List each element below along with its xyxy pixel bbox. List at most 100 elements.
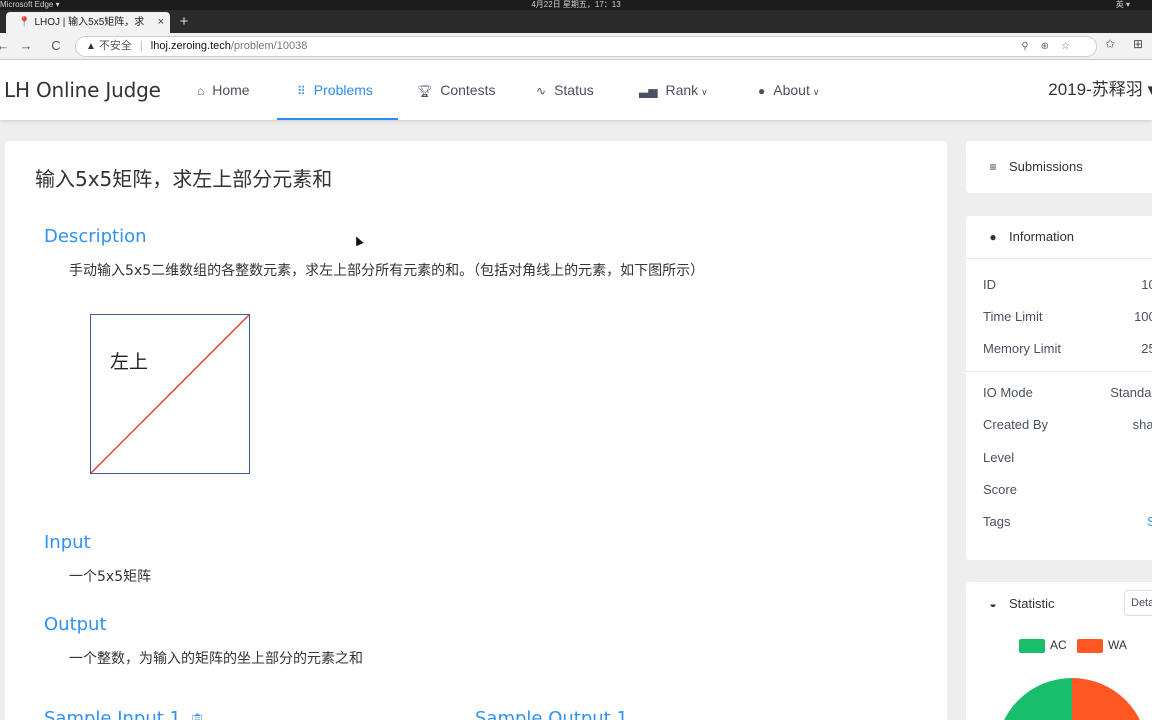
warning-icon: ▲ [86,41,96,52]
favorite-icon[interactable]: ☆ [1061,41,1082,52]
key-icon[interactable]: ⚲ [1021,41,1040,52]
favorites-icon[interactable]: ✩ [1096,37,1124,51]
output-title: Output [44,614,107,635]
figure-label: 左上 [110,351,149,373]
problem-title: 输入5x5矩阵，求左上部分元素和 [35,167,333,191]
insecure-label[interactable]: 不安全 [99,40,132,52]
nav-problems[interactable]: ⠿ Problems [277,60,398,120]
pie-slice-ac [1004,678,1072,720]
info-label: Created By [983,417,1049,432]
browser-toolbar: ← → C ▲ 不安全 | lhoj.zeroing.tech/problem/100… [0,33,1152,60]
address-separator: | [139,40,143,52]
nav-label: Problems [313,82,373,98]
os-clock: 4月22日 星期五，17：13 [531,0,621,9]
input-title: Input [44,532,91,553]
browser-tab[interactable]: 📍 LHOJ | 输入5x5矩阵，求左 × [6,12,170,33]
divider [966,258,1152,259]
nav-home[interactable]: ⌂ Home [197,60,250,120]
site-header: LH Online Judge ⌂ Home ⠿ Problems 🏆︎ Contes… [0,60,1152,120]
forward-button[interactable]: → [17,37,35,55]
browser-tools: ✩ ⊞ [1096,37,1152,51]
problem-card: 输入5x5矩阵，求左上部分元素和 Description 手动输入5x5二维数组… [5,141,947,720]
bar-chart-icon: ▃▅ [639,84,658,98]
legend-swatch [1019,638,1045,653]
divider [966,371,1152,372]
browser-tab-strip: 📍 LHOJ | 输入5x5矩阵，求左 × + [0,10,1152,33]
copy-icon[interactable]: 📋︎ [189,713,206,720]
info-label: ID [983,277,996,292]
sample-output-title: Sample Output 1 [475,708,628,720]
address-actions: ⚲⊕☆ [1021,37,1082,56]
sample-input-title: Sample Input 1 📋︎ [44,708,206,720]
submissions-link[interactable]: ≡ Submissions [986,159,1083,174]
info-label: Score [983,482,1017,497]
info-icon: ● [758,84,766,98]
details-button[interactable]: Deta [1124,590,1152,616]
chevron-down-icon: ∨ [812,87,820,97]
input-text: 一个5x5矩阵 [69,569,152,585]
list-icon: ≡ [989,160,997,174]
info-value: Standard [1110,385,1152,400]
pulse-icon: ∿ [536,84,547,98]
info-label: IO Mode [983,385,1033,400]
statistic-card: ◒ Statistic Deta AC WA [966,582,1152,720]
address-bar[interactable]: ▲ 不安全 | lhoj.zeroing.tech/problem/10038 ⚲⊕☆ [75,36,1097,57]
legend-ac[interactable]: AC [1019,638,1067,653]
reload-button[interactable]: C [47,37,65,55]
description-title: Description [44,226,147,247]
nav-label: Rank [665,82,699,98]
grid-icon: ⠿ [297,84,306,98]
nav-contests[interactable]: 🏆︎ Contests [417,60,495,120]
back-button[interactable]: ← [0,37,12,55]
diagonal-line [91,315,249,473]
info-label: Level [983,450,1015,465]
sample-input-label: Sample Input 1 [44,708,181,720]
new-tab-button[interactable]: + [176,12,192,32]
output-text: 一个整数，为输入的矩阵的坐上部分的元素之和 [69,651,363,667]
info-label: Memory Limit [983,341,1062,356]
information-label: Information [1009,229,1075,244]
show-tags-link[interactable]: Sh [1147,514,1152,529]
statistic-label: Statistic [1009,596,1055,611]
info-value: 100 [1141,277,1152,292]
nav-about[interactable]: ● About ∨ [758,60,819,120]
info-label: Tags [983,514,1011,529]
input-method-indicator[interactable]: 英 ▾ [1116,0,1130,10]
legend-wa[interactable]: WA [1077,638,1127,653]
nav-label: Home [212,82,250,98]
description-figure: 左上 [90,314,250,474]
statistic-header: ◒ Statistic [986,596,1055,611]
pie-slice-wa [1072,678,1140,720]
info-label: Time Limit [983,309,1043,324]
nav-status[interactable]: ∿ Status [536,60,594,120]
info-value: shaw [1132,417,1152,432]
home-icon: ⌂ [197,84,205,98]
favicon-icon: 📍 [18,17,31,28]
legend-label: WA [1108,638,1127,652]
submissions-card[interactable]: ≡ Submissions [966,141,1152,193]
legend-swatch [1077,638,1103,653]
os-top-bar: Microsoft Edge ▾ 4月22日 星期五，17：13 英 ▾ [0,0,1152,10]
user-menu[interactable]: 2019-苏释羽 ▾ [1048,60,1152,120]
zoom-icon[interactable]: ⊕ [1041,41,1061,52]
site-logo[interactable]: LH Online Judge [4,78,161,102]
description-text: 手动输入5x5二维数组的各整数元素，求左上部分所有元素的和。（包括对角线上的元素… [69,263,705,279]
url-path: /problem/10038 [230,40,308,52]
nav-label: Status [554,82,594,98]
submissions-label: Submissions [1009,159,1083,174]
tab-close-icon[interactable]: × [158,12,164,33]
url-host: lhoj.zeroing.tech [150,40,231,52]
chevron-down-icon: ∨ [701,87,708,97]
pie-chart-icon: ◒ [989,597,997,611]
tab-title: LHOJ | 输入5x5矩阵，求左 [34,17,145,28]
nav-label: About [773,82,810,98]
collections-icon[interactable]: ⊞ [1124,37,1152,51]
information-card: ● Information ID 100 Time Limit 1000 Memory… [966,216,1152,560]
nav-rank[interactable]: ▃▅ Rank ∨ [639,60,708,120]
nav-label: Contests [440,82,496,98]
info-icon: ● [989,230,997,244]
info-value: 1000 [1134,309,1152,324]
information-header: ● Information [986,229,1074,244]
info-value: 256 [1141,341,1152,356]
result-pie-chart [1004,678,1140,720]
